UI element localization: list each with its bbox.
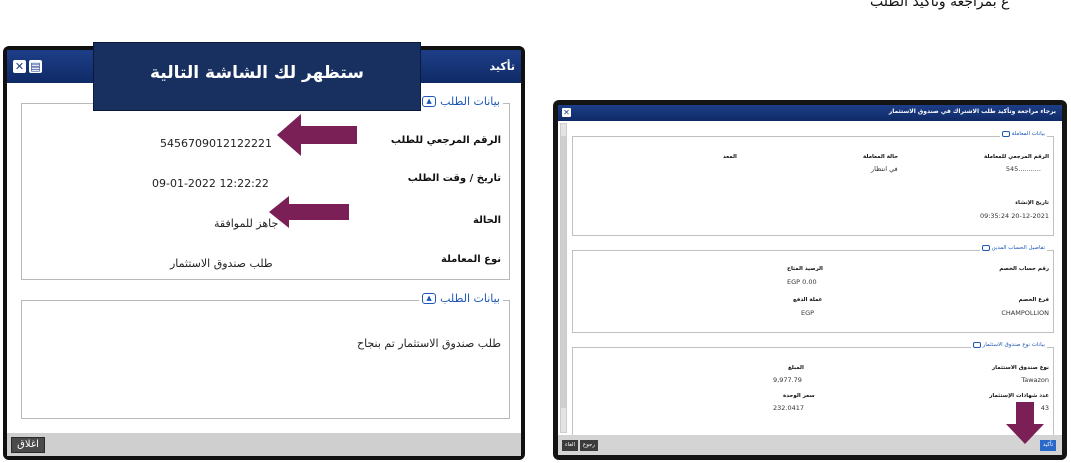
- collapse-icon[interactable]: [972, 342, 981, 348]
- branch-label: فرع الخصم: [1018, 297, 1049, 303]
- close-button[interactable]: اغلاق: [11, 437, 45, 453]
- fund-type-label: نوع صندوق الاستثمار: [992, 365, 1049, 371]
- section-legend[interactable]: بيانات الطلب ▲: [419, 292, 503, 305]
- currency-value: EGP: [801, 309, 815, 317]
- unit-price-label: سعر الوحدة: [783, 393, 815, 399]
- cancel-button[interactable]: الغاء: [562, 440, 578, 451]
- reference-value: 5456709012122221: [160, 137, 272, 150]
- created-value: 09:35:24 20-12-2021: [979, 212, 1049, 220]
- section-title: بيانات نوع صندوق الاستثمار: [982, 342, 1045, 348]
- window-footer: الغاء رجوع تأكيد: [558, 435, 1062, 455]
- collapse-icon[interactable]: ▲: [422, 96, 437, 107]
- back-button[interactable]: رجوع: [580, 440, 598, 451]
- print-icon[interactable]: ▤: [29, 60, 42, 73]
- instruction-caption: ع بمراجعة وتأكيد الطلب: [870, 0, 1010, 10]
- request-result-section: بيانات الطلب ▲ طلب صندوق الاستثمار تم بن…: [21, 292, 510, 419]
- datetime-label: تاريخ / وقت الطلب: [407, 173, 501, 184]
- section-legend[interactable]: بيانات المعاملة: [999, 131, 1047, 137]
- ref-value: 545...........: [1005, 165, 1041, 173]
- close-icon[interactable]: ✕: [562, 108, 571, 117]
- certificates-label: عدد شهادات الإستثمار: [989, 393, 1049, 399]
- account-label: رقم حساب الخصم: [999, 266, 1049, 272]
- status-value: في انتظار: [871, 165, 898, 173]
- transaction-type-value: طلب صندوق الاستثمار: [170, 257, 273, 270]
- amount-label: المبلغ: [788, 365, 804, 371]
- request-details-section: بيانات الطلب ▲ الرقم المرجعي للطلب 54567…: [21, 95, 510, 280]
- confirmation-window: تأكيد ✕ ▤ بيانات الطلب ▲ الرقم المرجعي ل…: [3, 42, 525, 460]
- rate-label: المعد: [723, 154, 737, 160]
- vertical-scrollbar[interactable]: [560, 123, 567, 433]
- section-legend[interactable]: تفاصيل الحساب المدين: [979, 245, 1047, 251]
- window-title: تأكيد: [489, 60, 515, 73]
- window-footer: اغلاق: [7, 433, 521, 456]
- created-label: تاريخ الإنشاء: [1015, 200, 1049, 206]
- ref-label: الرقم المرجعي للمعاملة: [984, 154, 1049, 160]
- fund-type-value: Tawazon: [1021, 376, 1049, 384]
- fund-section: بيانات نوع صندوق الاستثمار نوع صندوق الا…: [572, 342, 1054, 437]
- status-arrow-icon: [269, 196, 349, 228]
- account-section: تفاصيل الحساب المدين رقم حساب الخصم الرص…: [572, 245, 1054, 333]
- callout-text: ستظهر لك الشاشة التالية: [149, 63, 365, 83]
- unit-price-value: 232.0417: [773, 404, 805, 412]
- amount-value: 9,977.79: [773, 376, 802, 384]
- transaction-section: بيانات المعاملة الرقم المرجعي للمعاملة 5…: [572, 131, 1054, 236]
- confirm-arrow-icon: [1006, 402, 1044, 444]
- balance-value: EGP 0.00: [787, 278, 817, 286]
- reference-arrow-icon: [277, 114, 357, 156]
- branch-value: CHAMPOLLION: [1001, 309, 1049, 317]
- datetime-value: 12:22:22 09-01-2022: [152, 177, 269, 190]
- collapse-icon[interactable]: [981, 245, 990, 251]
- reference-label: الرقم المرجعي للطلب: [390, 135, 501, 146]
- section-title: بيانات الطلب: [440, 292, 500, 305]
- currency-label: عملة الدفع: [793, 297, 823, 303]
- collapse-icon[interactable]: ▲: [422, 293, 437, 304]
- balance-label: الرصيد المتاح: [787, 266, 823, 272]
- section-title: بيانات المعاملة: [1011, 131, 1045, 137]
- section-legend[interactable]: بيانات الطلب ▲: [419, 95, 503, 108]
- section-title: بيانات الطلب: [440, 95, 500, 108]
- close-icon[interactable]: ✕: [13, 60, 26, 73]
- subscription-review-window: برجاء مراجعة وتأكيد طلب الاشتراك في صندو…: [553, 100, 1067, 460]
- status-label: الحالة: [473, 215, 501, 226]
- tutorial-screenshot: ع بمراجعة وتأكيد الطلب تأكيد ✕ ▤ بيانات …: [0, 0, 1071, 463]
- collapse-icon[interactable]: [1001, 131, 1010, 137]
- success-message: طلب صندوق الاستثمار تم بنجاح: [357, 337, 501, 350]
- callout-banner: ستظهر لك الشاشة التالية: [93, 42, 421, 111]
- window-title: برجاء مراجعة وتأكيد طلب الاشتراك في صندو…: [888, 108, 1056, 115]
- section-title: تفاصيل الحساب المدين: [991, 245, 1045, 251]
- section-legend[interactable]: بيانات نوع صندوق الاستثمار: [970, 342, 1047, 348]
- status-label: حالة المعاملة: [863, 154, 899, 160]
- window-titlebar: برجاء مراجعة وتأكيد طلب الاشتراك في صندو…: [558, 105, 1062, 121]
- transaction-type-label: نوع المعاملة: [441, 254, 501, 265]
